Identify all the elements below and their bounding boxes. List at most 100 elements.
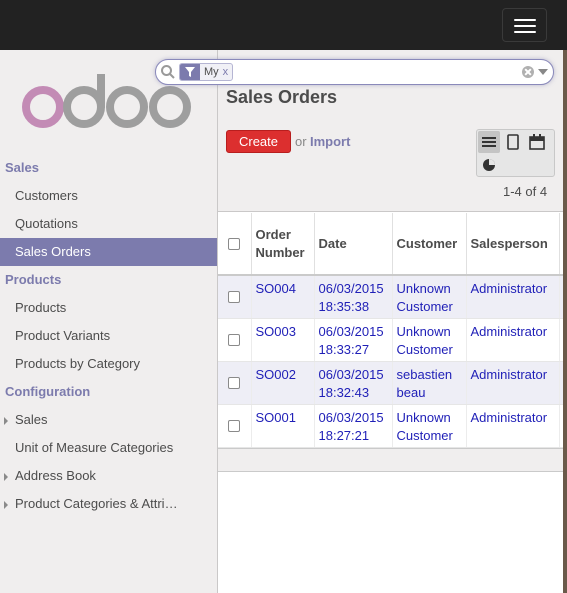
or-text: or	[295, 134, 307, 149]
sidebar-item-label: Products	[15, 300, 67, 315]
hamburger-menu-button[interactable]	[502, 8, 547, 42]
sidebar-item-label: Unit of Measure Categories	[15, 440, 174, 455]
customer-line: sebastien	[396, 366, 453, 382]
sales-orders-table: Order Number Date Customer Salesperson SO…	[218, 213, 563, 448]
cell-date[interactable]: 06/03/2015 18:32:43	[314, 361, 393, 405]
cell-salesperson[interactable]: Administrator	[466, 404, 560, 448]
table-row[interactable]: SO002 06/03/2015 18:32:43 sebastien beau Admi…	[218, 361, 563, 405]
table-row[interactable]: SO001 06/03/2015 18:27:21 Unknown Customer Ad…	[218, 404, 563, 448]
cell-salesperson[interactable]: Administrator	[466, 275, 560, 319]
salesperson: Administrator	[470, 366, 548, 382]
calendar-view-button[interactable]	[526, 131, 548, 153]
hamburger-bar	[514, 25, 536, 27]
header-text: Order	[255, 226, 291, 242]
import-link[interactable]: Import	[310, 134, 350, 149]
row-checkbox[interactable]	[228, 420, 241, 433]
sidebar-item-label: Quotations	[15, 216, 78, 231]
main-content: Sales Orders Create or Import 1-4 of 4 O…	[218, 50, 567, 593]
cell-customer[interactable]: Unknown Customer	[392, 404, 467, 448]
row-select-cell	[218, 275, 252, 319]
pie-chart-icon	[483, 159, 495, 171]
cell-salesperson[interactable]: Administrator	[466, 318, 560, 362]
customer-line: Unknown	[396, 281, 451, 296]
search-facet: My x	[179, 63, 234, 81]
sidebar-item-label: Product Variants	[15, 328, 111, 343]
search-clear-icon[interactable]	[522, 66, 534, 78]
sidebar-item-label: Address Book	[15, 468, 96, 483]
cell-date[interactable]: 06/03/2015 18:33:27	[314, 318, 393, 362]
sidebar-item-products[interactable]: Products	[0, 294, 217, 322]
table-footer	[218, 448, 563, 472]
sidebar-item-sales[interactable]: Sales	[0, 406, 217, 434]
pager-value: 1-4 of 4	[503, 184, 548, 199]
customer-line: Customer	[396, 427, 453, 443]
sidebar-item-label: Product Categories & Attri…	[15, 496, 178, 511]
column-header-order-number[interactable]: Order Number	[251, 213, 315, 276]
search-drawer-toggle-icon[interactable]	[538, 69, 548, 75]
sidebar-item-label: Sales Orders	[15, 244, 91, 259]
sidebar-item-quotations[interactable]: Quotations	[0, 210, 217, 238]
row-checkbox[interactable]	[228, 291, 241, 304]
menu-heading-sales[interactable]: Sales	[0, 154, 217, 182]
search-box[interactable]: My x	[155, 59, 554, 85]
sidebar-item-sales-orders[interactable]: Sales Orders	[0, 238, 217, 266]
menu-heading-products[interactable]: Products	[0, 266, 217, 294]
salesperson: Administrator	[470, 323, 548, 339]
sidebar-item-product-variants[interactable]: Product Variants	[0, 322, 217, 350]
row-select-cell	[218, 361, 252, 405]
column-header-customer[interactable]: Customer	[392, 213, 467, 276]
cell-order-number[interactable]: SO001	[251, 404, 315, 448]
facet-remove-button[interactable]: x	[223, 64, 232, 80]
expand-caret-icon	[4, 501, 8, 509]
sidebar-item-customers[interactable]: Customers	[0, 182, 217, 210]
cell-order-number[interactable]: SO002	[251, 361, 315, 405]
form-view-button[interactable]	[502, 131, 524, 153]
row-select-cell	[218, 404, 252, 448]
sidebar: Sales Customers Quotations Sales Orders Prod…	[0, 50, 218, 593]
hamburger-bar	[514, 19, 536, 21]
order-number: SO004	[255, 281, 296, 296]
calendar-icon	[529, 134, 545, 150]
sidebar-menu: Sales Customers Quotations Sales Orders Prod…	[0, 154, 217, 518]
menu-heading-configuration[interactable]: Configuration	[0, 378, 217, 406]
cell-date[interactable]: 06/03/2015 18:27:21	[314, 404, 393, 448]
order-date: 06/03/2015	[318, 409, 384, 425]
cell-order-number[interactable]: SO003	[251, 318, 315, 362]
create-button[interactable]: Create	[226, 130, 291, 153]
hamburger-bar	[514, 31, 536, 33]
customer-line: Customer	[396, 299, 453, 314]
order-date: 06/03/2015	[318, 281, 384, 296]
sidebar-item-address-book[interactable]: Address Book	[0, 462, 217, 490]
list-view-button[interactable]	[478, 131, 500, 153]
column-header-date[interactable]: Date	[314, 213, 393, 276]
order-number: SO003	[255, 323, 296, 339]
cell-customer[interactable]: sebastien beau	[392, 361, 467, 405]
sidebar-item-label: Customers	[15, 188, 78, 203]
cell-customer[interactable]: Unknown Customer	[392, 275, 467, 319]
top-navbar	[0, 0, 567, 50]
sidebar-item-unit-of-measure-categories[interactable]: Unit of Measure Categories	[0, 434, 217, 462]
customer-line: Unknown	[396, 323, 451, 339]
sidebar-item-product-categories-attri[interactable]: Product Categories & Attri…	[0, 490, 217, 518]
expand-caret-icon	[4, 473, 8, 481]
graph-view-button[interactable]	[478, 154, 500, 176]
sidebar-item-products-by-category[interactable]: Products by Category	[0, 350, 217, 378]
list-icon	[482, 137, 496, 147]
background-edge	[563, 50, 567, 593]
row-checkbox[interactable]	[228, 377, 241, 390]
expand-caret-icon	[4, 417, 8, 425]
table-row[interactable]: SO004 06/03/2015 18:35:38 Unknown Customer Ad…	[218, 275, 563, 319]
row-checkbox[interactable]	[228, 334, 241, 347]
cell-order-number[interactable]: SO004	[251, 275, 315, 319]
table-row[interactable]: SO003 06/03/2015 18:33:27 Unknown Customer Ad…	[218, 318, 563, 362]
cell-date[interactable]: 06/03/2015 18:35:38	[314, 275, 393, 319]
salesperson: Administrator	[470, 409, 548, 425]
select-all-checkbox[interactable]	[228, 238, 241, 251]
header-text: Number	[255, 244, 305, 260]
order-time: 18:27:21	[318, 427, 370, 443]
form-icon	[507, 134, 519, 150]
cell-salesperson[interactable]: Administrator	[466, 361, 560, 405]
column-header-salesperson[interactable]: Salesperson	[466, 213, 560, 276]
cell-customer[interactable]: Unknown Customer	[392, 318, 467, 362]
customer-line: beau	[396, 384, 426, 400]
